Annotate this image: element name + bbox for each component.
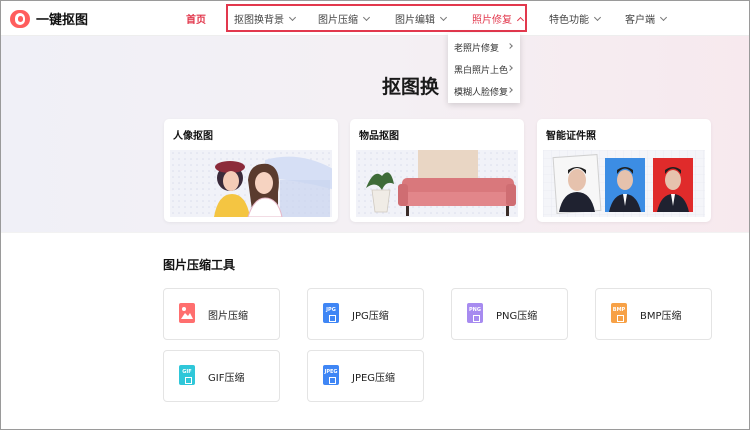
card-title: 智能证件照 bbox=[546, 131, 596, 142]
icon-text: JPG bbox=[326, 307, 336, 313]
card-id-photo[interactable]: 智能证件照 bbox=[537, 119, 711, 222]
chevron-right-icon bbox=[507, 87, 513, 93]
icon-text: BMP bbox=[612, 307, 626, 313]
tool-label: 图片压缩 bbox=[208, 310, 248, 322]
dropdown-item-old-photo-restore[interactable]: 老照片修复 bbox=[448, 36, 520, 58]
dropdown-item-label: 老照片修复 bbox=[454, 43, 500, 54]
tool-label: PNG压缩 bbox=[496, 310, 538, 322]
icon-text: JPEG bbox=[324, 369, 338, 375]
nav-home-label: 首页 bbox=[186, 15, 206, 26]
card-title: 物品抠图 bbox=[359, 131, 399, 142]
sofa-image bbox=[356, 150, 518, 217]
jpg-file-icon: JPG bbox=[322, 303, 342, 325]
dropdown-item-label: 黑白照片上色 bbox=[454, 65, 509, 76]
gif-file-icon: GIF bbox=[178, 365, 198, 387]
nav-client[interactable]: 客户端 bbox=[625, 11, 668, 26]
tool-label: BMP压缩 bbox=[640, 310, 682, 322]
nav-client-label: 客户端 bbox=[625, 15, 655, 26]
section-divider bbox=[0, 232, 750, 233]
chevron-down-icon bbox=[659, 13, 668, 21]
jpeg-file-icon: JPEG bbox=[322, 365, 342, 387]
image-compress-icon bbox=[178, 303, 198, 325]
tool-jpg-compress[interactable]: JPG JPG压缩 bbox=[307, 288, 424, 340]
chevron-right-icon bbox=[507, 65, 513, 71]
photo-restore-dropdown: 老照片修复 黑白照片上色 模糊人脸修复 bbox=[448, 33, 520, 103]
png-file-icon: PNG bbox=[466, 303, 486, 325]
section-title: 图片压缩工具 bbox=[163, 258, 236, 272]
id-photo-image bbox=[543, 150, 705, 217]
bmp-file-icon: BMP bbox=[610, 303, 630, 325]
tool-bmp-compress[interactable]: BMP BMP压缩 bbox=[595, 288, 712, 340]
card-object-cutout[interactable]: 物品抠图 bbox=[350, 119, 524, 222]
card-portrait-cutout[interactable]: 人像抠图 bbox=[164, 119, 338, 222]
highlight-annotation bbox=[226, 4, 527, 32]
card-title: 人像抠图 bbox=[173, 131, 213, 142]
dropdown-item-face-restore[interactable]: 模糊人脸修复 bbox=[448, 80, 520, 102]
logo-icon bbox=[10, 9, 30, 28]
logo[interactable]: 一键抠图 bbox=[10, 9, 88, 28]
icon-text: GIF bbox=[182, 369, 192, 375]
portrait-image bbox=[170, 150, 332, 217]
tool-label: GIF压缩 bbox=[208, 372, 245, 384]
tool-gif-compress[interactable]: GIF GIF压缩 bbox=[163, 350, 280, 402]
tool-label: JPG压缩 bbox=[352, 310, 389, 322]
nav-home[interactable]: 首页 bbox=[186, 11, 206, 26]
chevron-right-icon bbox=[507, 43, 513, 49]
tool-png-compress[interactable]: PNG PNG压缩 bbox=[451, 288, 568, 340]
icon-text: PNG bbox=[469, 307, 481, 313]
nav-special-features[interactable]: 特色功能 bbox=[549, 11, 602, 26]
tool-label: JPEG压缩 bbox=[352, 372, 396, 384]
nav-special-label: 特色功能 bbox=[549, 15, 589, 26]
chevron-down-icon bbox=[593, 13, 602, 21]
dropdown-item-colorize[interactable]: 黑白照片上色 bbox=[448, 58, 520, 80]
logo-text: 一键抠图 bbox=[36, 13, 89, 28]
tool-image-compress[interactable]: 图片压缩 bbox=[163, 288, 280, 340]
tool-jpeg-compress[interactable]: JPEG JPEG压缩 bbox=[307, 350, 424, 402]
hero-title: 抠图换 bbox=[382, 76, 440, 98]
dropdown-item-label: 模糊人脸修复 bbox=[454, 87, 509, 98]
